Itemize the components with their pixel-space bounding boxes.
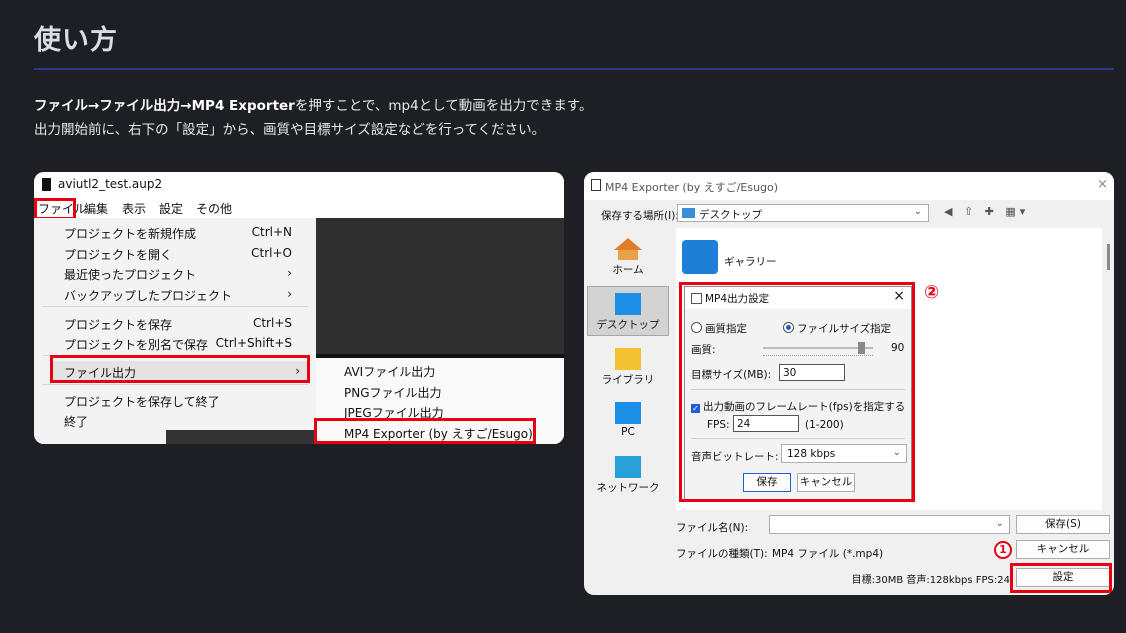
intro-line-2: 出力開始前に、右下の「設定」から、画質や目標サイズ設定などを行ってください。 <box>34 122 546 138</box>
step-2-marker: ② <box>924 282 940 303</box>
step-1-marker: 1 <box>994 541 1012 559</box>
filename-input[interactable]: ⌄ <box>769 515 1010 534</box>
menu-item-save-project[interactable]: プロジェクトを保存 Ctrl+S <box>64 313 304 333</box>
app-icon <box>42 178 51 191</box>
sidebar-item-pc[interactable]: PC <box>587 396 669 446</box>
window-title: aviutl2_test.aup2 <box>58 177 163 191</box>
settings-dialog-highlight <box>679 282 915 502</box>
menu-item-new-project[interactable]: プロジェクトを新規作成 Ctrl+N <box>64 222 304 242</box>
menu-other[interactable]: その他 <box>196 200 232 217</box>
menu-item-label: プロジェクトを開く <box>64 248 173 262</box>
cancel-button[interactable]: キャンセル <box>1016 540 1110 559</box>
library-icon <box>615 348 641 370</box>
chevron-right-icon: › <box>287 287 292 301</box>
menu-item-save-as[interactable]: プロジェクトを別名で保存 Ctrl+Shift+S <box>64 333 304 353</box>
menu-item-shortcut: Ctrl+S <box>252 316 292 330</box>
dialog-title: MP4 Exporter (by えすご/Esugo) <box>605 181 779 194</box>
window-icon <box>591 179 601 191</box>
menu-item-label: バックアップしたプロジェクト <box>64 289 233 303</box>
intro-line-1-rest: を押すことで、mp4として動画を出力できます。 <box>294 98 593 114</box>
gallery-icon <box>682 240 718 274</box>
chevron-right-icon: › <box>287 266 292 280</box>
file-menu-highlight <box>34 198 76 220</box>
submenu-item-avi[interactable]: AVIファイル出力 <box>344 363 435 380</box>
menu-item-save-and-exit[interactable]: プロジェクトを保存して終了 <box>64 390 304 410</box>
menu-item-label: プロジェクトを保存して終了 <box>64 395 220 409</box>
export-summary: 目標:30MB 音声:128kbps FPS:24 <box>851 575 1010 586</box>
file-dropdown: プロジェクトを新規作成 Ctrl+N プロジェクトを開く Ctrl+O 最近使ったプ… <box>34 218 316 444</box>
save-location-value: デスクトップ <box>699 209 762 221</box>
folder-icon <box>682 208 695 218</box>
menu-item-recent-projects[interactable]: 最近使ったプロジェクト › <box>64 263 304 283</box>
menu-separator <box>42 306 308 307</box>
menu-item-shortcut: Ctrl+Shift+S <box>215 336 292 350</box>
intro-line-1: ファイル→ファイル出力→MP4 Exporterを押すことで、mp4として動画を… <box>34 94 592 118</box>
desktop-icon <box>615 293 641 315</box>
preview-area <box>316 218 564 354</box>
home-icon-base <box>618 250 638 260</box>
aviutl-menu-screenshot: aviutl2_test.aup2 ファイル 編集 表示 設定 その他 プロジェ… <box>34 172 564 444</box>
menu-item-label: プロジェクトを保存 <box>64 318 173 332</box>
sidebar-item-home[interactable]: ホーム <box>587 232 669 282</box>
dialog-titlebar: MP4 Exporter (by えすご/Esugo) × <box>584 172 1114 200</box>
file-export-highlight <box>50 355 310 383</box>
scrollbar-thumb[interactable] <box>1107 244 1110 270</box>
menu-item-shortcut: Ctrl+O <box>251 246 292 260</box>
menu-item-backup-projects[interactable]: バックアップしたプロジェクト › <box>64 284 304 304</box>
filetype-value[interactable]: MP4 ファイル (*.mp4) <box>772 546 883 561</box>
filename-label: ファイル名(N): <box>676 522 749 534</box>
sidebar-item-label: デスクトップ <box>596 319 660 331</box>
sidebar-item-label: ライブラリ <box>601 374 655 386</box>
network-icon <box>615 456 641 478</box>
menu-edit[interactable]: 編集 <box>84 200 108 217</box>
pc-icon <box>615 402 641 424</box>
save-location-label: 保存する場所(I): <box>601 210 679 222</box>
home-icon <box>614 238 642 250</box>
save-location-select[interactable]: デスクトップ ⌄ <box>677 204 929 222</box>
menu-item-label: プロジェクトを別名で保存 <box>64 338 209 352</box>
mp4-exporter-highlight <box>314 418 536 444</box>
sidebar-item-library[interactable]: ライブラリ <box>587 342 669 392</box>
menubar: ファイル 編集 表示 設定 その他 <box>34 198 564 218</box>
title-underline <box>34 68 1114 70</box>
chevron-down-icon: ⌄ <box>995 518 1004 529</box>
menu-item-shortcut: Ctrl+N <box>251 225 292 239</box>
page-title: 使い方 <box>34 25 118 56</box>
menu-separator <box>42 384 308 385</box>
menu-settings[interactable]: 設定 <box>159 200 183 217</box>
close-icon[interactable]: × <box>1097 177 1108 192</box>
mp4-exporter-save-dialog-screenshot: MP4 Exporter (by えすご/Esugo) × 保存する場所(I):… <box>584 172 1114 595</box>
sidebar-item-label: PC <box>621 426 635 438</box>
settings-button-highlight <box>1010 563 1112 593</box>
gallery-item-label[interactable]: ギャラリー <box>724 254 777 269</box>
intro-menu-path: ファイル→ファイル出力→MP4 Exporter <box>34 98 295 114</box>
submenu-item-png[interactable]: PNGファイル出力 <box>344 384 442 401</box>
menu-item-label: 終了 <box>64 415 89 429</box>
menu-view[interactable]: 表示 <box>122 200 146 217</box>
sidebar-item-network[interactable]: ネットワーク <box>587 450 669 500</box>
save-button[interactable]: 保存(S) <box>1016 515 1110 534</box>
menu-item-label: プロジェクトを新規作成 <box>64 227 197 241</box>
menu-item-exit[interactable]: 終了 <box>64 410 304 430</box>
sidebar-item-label: ネットワーク <box>596 482 660 494</box>
chevron-down-icon: ⌄ <box>913 206 922 217</box>
filetype-label: ファイルの種類(T): <box>676 548 768 560</box>
menu-item-open-project[interactable]: プロジェクトを開く Ctrl+O <box>64 243 304 263</box>
menu-item-label: 最近使ったプロジェクト <box>64 268 197 282</box>
sidebar-item-label: ホーム <box>612 264 644 276</box>
navigation-toolbar[interactable]: ◀ ⇧ ✚ ▦▾ <box>944 205 1029 218</box>
timeline-strip <box>166 430 316 444</box>
window-titlebar: aviutl2_test.aup2 <box>34 172 564 198</box>
intro-text: ファイル→ファイル出力→MP4 Exporterを押すことで、mp4として動画を… <box>34 94 592 142</box>
sidebar-item-desktop[interactable]: デスクトップ <box>587 286 669 336</box>
places-sidebar: ホーム デスクトップ ライブラリ PC ネットワーク <box>584 228 672 518</box>
